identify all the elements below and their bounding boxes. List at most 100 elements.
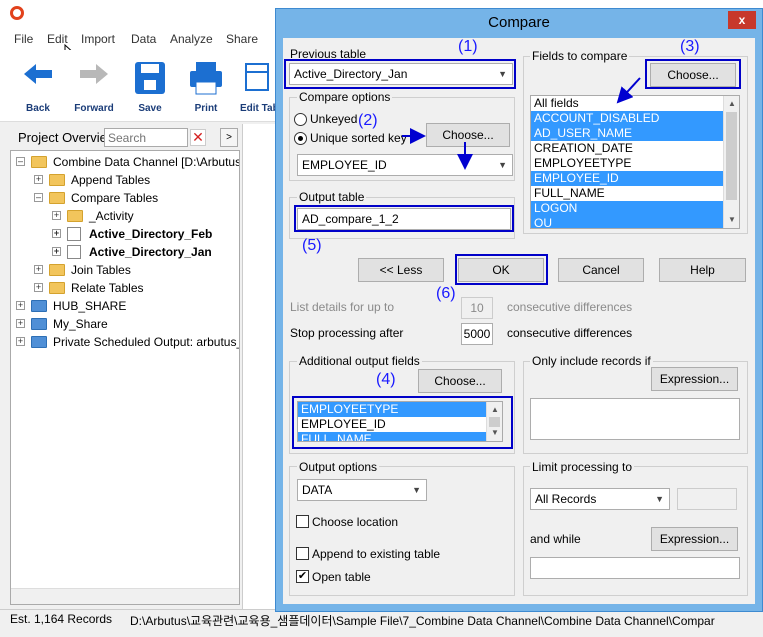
annotation-2: (2) (358, 112, 378, 129)
and-while-input[interactable] (530, 557, 740, 579)
limit-count-input[interactable] (677, 488, 737, 510)
output-table-label: Output table (297, 190, 367, 204)
folder-icon (49, 282, 65, 294)
expression-button-1[interactable]: Expression... (651, 367, 738, 391)
highlight-box-3 (645, 59, 741, 89)
menu-import[interactable]: Import (81, 32, 115, 46)
consecutive-diff-label-1: consecutive differences (507, 300, 633, 314)
project-search-input[interactable] (104, 128, 188, 147)
highlight-box-5 (294, 205, 514, 232)
folder-icon (67, 210, 83, 222)
folder-icon (49, 264, 65, 276)
list-details-label: List details for up to (290, 300, 395, 314)
field-item[interactable]: FULL_NAME (531, 186, 739, 201)
stop-processing-input[interactable]: 5000 (461, 323, 493, 345)
table-icon (67, 245, 81, 259)
back-button[interactable]: Back (10, 56, 66, 118)
user-folder-icon (31, 318, 47, 330)
back-arrow-icon (24, 64, 52, 84)
field-item[interactable]: OU (531, 216, 739, 228)
folder-icon (49, 174, 65, 186)
unique-sorted-label: Unique sorted key (310, 131, 407, 145)
project-overview-title: Project Overvie (18, 130, 107, 145)
field-item[interactable]: CREATION_DATE (531, 141, 739, 156)
folder-icon (31, 156, 47, 168)
save-disk-icon (135, 62, 165, 94)
scroll-up-icon: ▲ (728, 99, 736, 108)
save-button[interactable]: Save (122, 56, 178, 118)
chevron-down-icon: ▼ (655, 494, 664, 504)
limit-processing-label: Limit processing to (530, 460, 635, 474)
app-logo-icon (10, 6, 24, 20)
menu-file[interactable]: File (14, 32, 33, 46)
chevron-down-icon: ▼ (412, 485, 421, 495)
annotation-3: (3) (680, 38, 700, 55)
key-field-select[interactable]: EMPLOYEE_ID ▼ (297, 154, 513, 176)
annotation-6: (6) (436, 285, 456, 302)
folder-icon (49, 192, 65, 204)
print-button[interactable]: Print (178, 56, 234, 118)
less-button[interactable]: << Less (358, 258, 444, 282)
highlight-box-4 (292, 396, 513, 449)
help-button[interactable]: Help (659, 258, 746, 282)
fields-scrollbar[interactable]: ▲ ▼ (723, 96, 739, 228)
printer-icon (190, 62, 222, 95)
unique-sorted-radio[interactable] (294, 132, 307, 145)
append-existing-checkbox[interactable] (296, 547, 309, 560)
list-details-input[interactable]: 10 (461, 297, 493, 319)
panel-arrow-icon[interactable]: > (220, 128, 238, 147)
cancel-button[interactable]: Cancel (558, 258, 644, 282)
menu-analyze[interactable]: Analyze (170, 32, 213, 46)
annotation-5: (5) (302, 237, 322, 254)
tree-horizontal-scrollbar[interactable] (11, 588, 239, 604)
menu-data[interactable]: Data (131, 32, 156, 46)
clear-search-icon[interactable]: ✕ (190, 129, 206, 146)
open-table-checkbox[interactable]: ✔ (296, 570, 309, 583)
status-records: Est. 1,164 Records (10, 612, 113, 626)
choose-key-button[interactable]: Choose... (426, 123, 510, 147)
stop-processing-label: Stop processing after (290, 326, 404, 340)
close-icon[interactable]: x (728, 11, 756, 29)
expression-button-2[interactable]: Expression... (651, 527, 738, 551)
field-item[interactable]: LOGON (531, 201, 739, 216)
cloud-folder-icon (31, 300, 47, 312)
field-item[interactable]: EMPLOYEE_ID (531, 171, 739, 186)
field-item[interactable]: EMPLOYEETYPE (531, 156, 739, 171)
dialog-title: Compare (488, 14, 550, 31)
field-item-all[interactable]: All fields (531, 96, 739, 111)
edit-table-button[interactable]: Edit Tab (230, 56, 280, 118)
additional-output-label: Additional output fields (297, 354, 422, 368)
choose-additional-button[interactable]: Choose... (418, 369, 502, 393)
choose-location-checkbox[interactable] (296, 515, 309, 528)
unkeyed-label: Unkeyed (310, 112, 358, 126)
only-include-input[interactable] (530, 398, 740, 440)
only-include-label: Only include records if (530, 354, 653, 368)
highlight-box-1 (284, 59, 516, 89)
consecutive-diff-label-2: consecutive differences (507, 326, 633, 340)
scroll-down-icon: ▼ (728, 215, 736, 224)
cloud-folder-icon (31, 336, 47, 348)
unkeyed-radio[interactable] (294, 113, 307, 126)
annotation-1: (1) (458, 38, 478, 55)
menu-share[interactable]: Share (226, 32, 258, 46)
output-options-label: Output options (297, 460, 380, 474)
append-existing-label: Append to existing table (312, 547, 441, 561)
workspace-strip (242, 124, 278, 609)
output-option-select[interactable]: DATA ▼ (297, 479, 427, 501)
table-icon (67, 227, 81, 241)
compare-options-label: Compare options (297, 90, 393, 104)
fields-to-compare-label: Fields to compare (530, 49, 630, 63)
highlight-box-6 (455, 254, 548, 285)
field-item[interactable]: AD_USER_NAME (531, 126, 739, 141)
forward-button[interactable]: Forward (66, 56, 122, 118)
open-table-label: Open table (312, 570, 371, 584)
project-tree: – Combine Data Channel [D:\Arbutus + App… (10, 150, 240, 605)
fields-listbox[interactable]: All fields ACCOUNT_DISABLED AD_USER_NAME… (530, 95, 740, 229)
limit-select[interactable]: All Records ▼ (530, 488, 670, 510)
chevron-down-icon: ▼ (498, 160, 507, 170)
annotation-4: (4) (376, 371, 396, 388)
edit-table-icon (245, 63, 269, 91)
choose-location-label: Choose location (312, 515, 399, 529)
field-item[interactable]: ACCOUNT_DISABLED (531, 111, 739, 126)
status-path: D:\Arbutus\교육관련\교육용_샘플데이터\Sample File\7_… (130, 614, 715, 628)
